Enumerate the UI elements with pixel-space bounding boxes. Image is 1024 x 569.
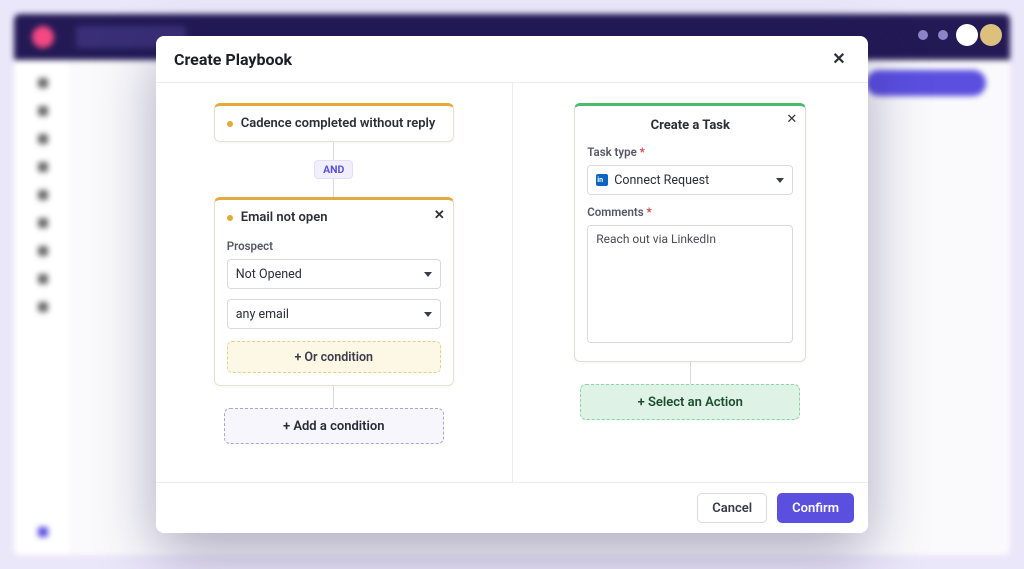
select-value: Connect Request (614, 173, 770, 188)
confirm-button[interactable]: Confirm (777, 493, 854, 523)
connector-line (333, 142, 334, 160)
task-type-label: Task type * (587, 145, 793, 159)
condition-label: Cadence completed without reply (241, 116, 436, 131)
connector-line (333, 386, 334, 408)
condition-card-cadence: Cadence completed without reply (214, 103, 454, 142)
app-logo (32, 26, 54, 48)
task-type-select[interactable]: Connect Request (587, 165, 793, 195)
or-condition-label: + Or condition (294, 350, 373, 365)
app-sidebar (14, 60, 72, 555)
comments-textarea[interactable]: Reach out via LinkedIn (587, 225, 793, 343)
connector-line (690, 362, 691, 384)
connector-line (333, 179, 334, 197)
remove-action-icon[interactable]: ✕ (786, 112, 797, 127)
modal-title: Create Playbook (174, 50, 292, 69)
add-or-condition-button[interactable]: + Or condition (227, 341, 441, 373)
chevron-down-icon (424, 272, 432, 277)
add-condition-label: + Add a condition (283, 419, 385, 434)
modal-footer: Cancel Confirm (156, 482, 868, 533)
prospect-status-select[interactable]: Not Opened (227, 259, 441, 289)
confirm-label: Confirm (792, 501, 839, 516)
actions-column: ✕ Create a Task Task type * Connect Requ… (513, 83, 869, 482)
conditions-column: Cadence completed without reply AND Emai… (156, 83, 513, 482)
email-scope-select[interactable]: any email (227, 299, 441, 329)
cancel-button[interactable]: Cancel (697, 493, 767, 523)
page-accent-banner (866, 70, 986, 96)
close-icon[interactable]: ✕ (828, 48, 850, 70)
condition-card-email: Email not open ✕ Prospect Not Opened any… (214, 197, 454, 386)
select-value: Not Opened (236, 267, 418, 282)
condition-label: Email not open (241, 210, 328, 225)
create-playbook-modal: Create Playbook ✕ Cadence completed with… (156, 36, 868, 533)
comments-label: Comments * (587, 205, 793, 219)
modal-body: Cadence completed without reply AND Emai… (156, 83, 868, 482)
avatar (956, 24, 978, 46)
connector-and-chip: AND (314, 160, 353, 179)
avatar (980, 24, 1002, 46)
select-action-label: + Select an Action (638, 395, 743, 410)
topbar-icon (938, 30, 948, 40)
remove-condition-icon[interactable]: ✕ (434, 208, 445, 223)
condition-bullet-icon (227, 121, 233, 127)
modal-header: Create Playbook ✕ (156, 36, 868, 83)
select-value: any email (236, 307, 418, 322)
action-card-title: Create a Task (575, 106, 805, 141)
chevron-down-icon (776, 178, 784, 183)
prospect-label: Prospect (227, 239, 441, 253)
cancel-label: Cancel (712, 501, 752, 516)
select-action-button[interactable]: + Select an Action (580, 384, 800, 420)
add-condition-button[interactable]: + Add a condition (224, 408, 444, 444)
topbar-icon (918, 30, 928, 40)
linkedin-icon (596, 174, 608, 186)
action-card-create-task: ✕ Create a Task Task type * Connect Requ… (574, 103, 806, 362)
condition-bullet-icon (227, 215, 233, 221)
chevron-down-icon (424, 312, 432, 317)
